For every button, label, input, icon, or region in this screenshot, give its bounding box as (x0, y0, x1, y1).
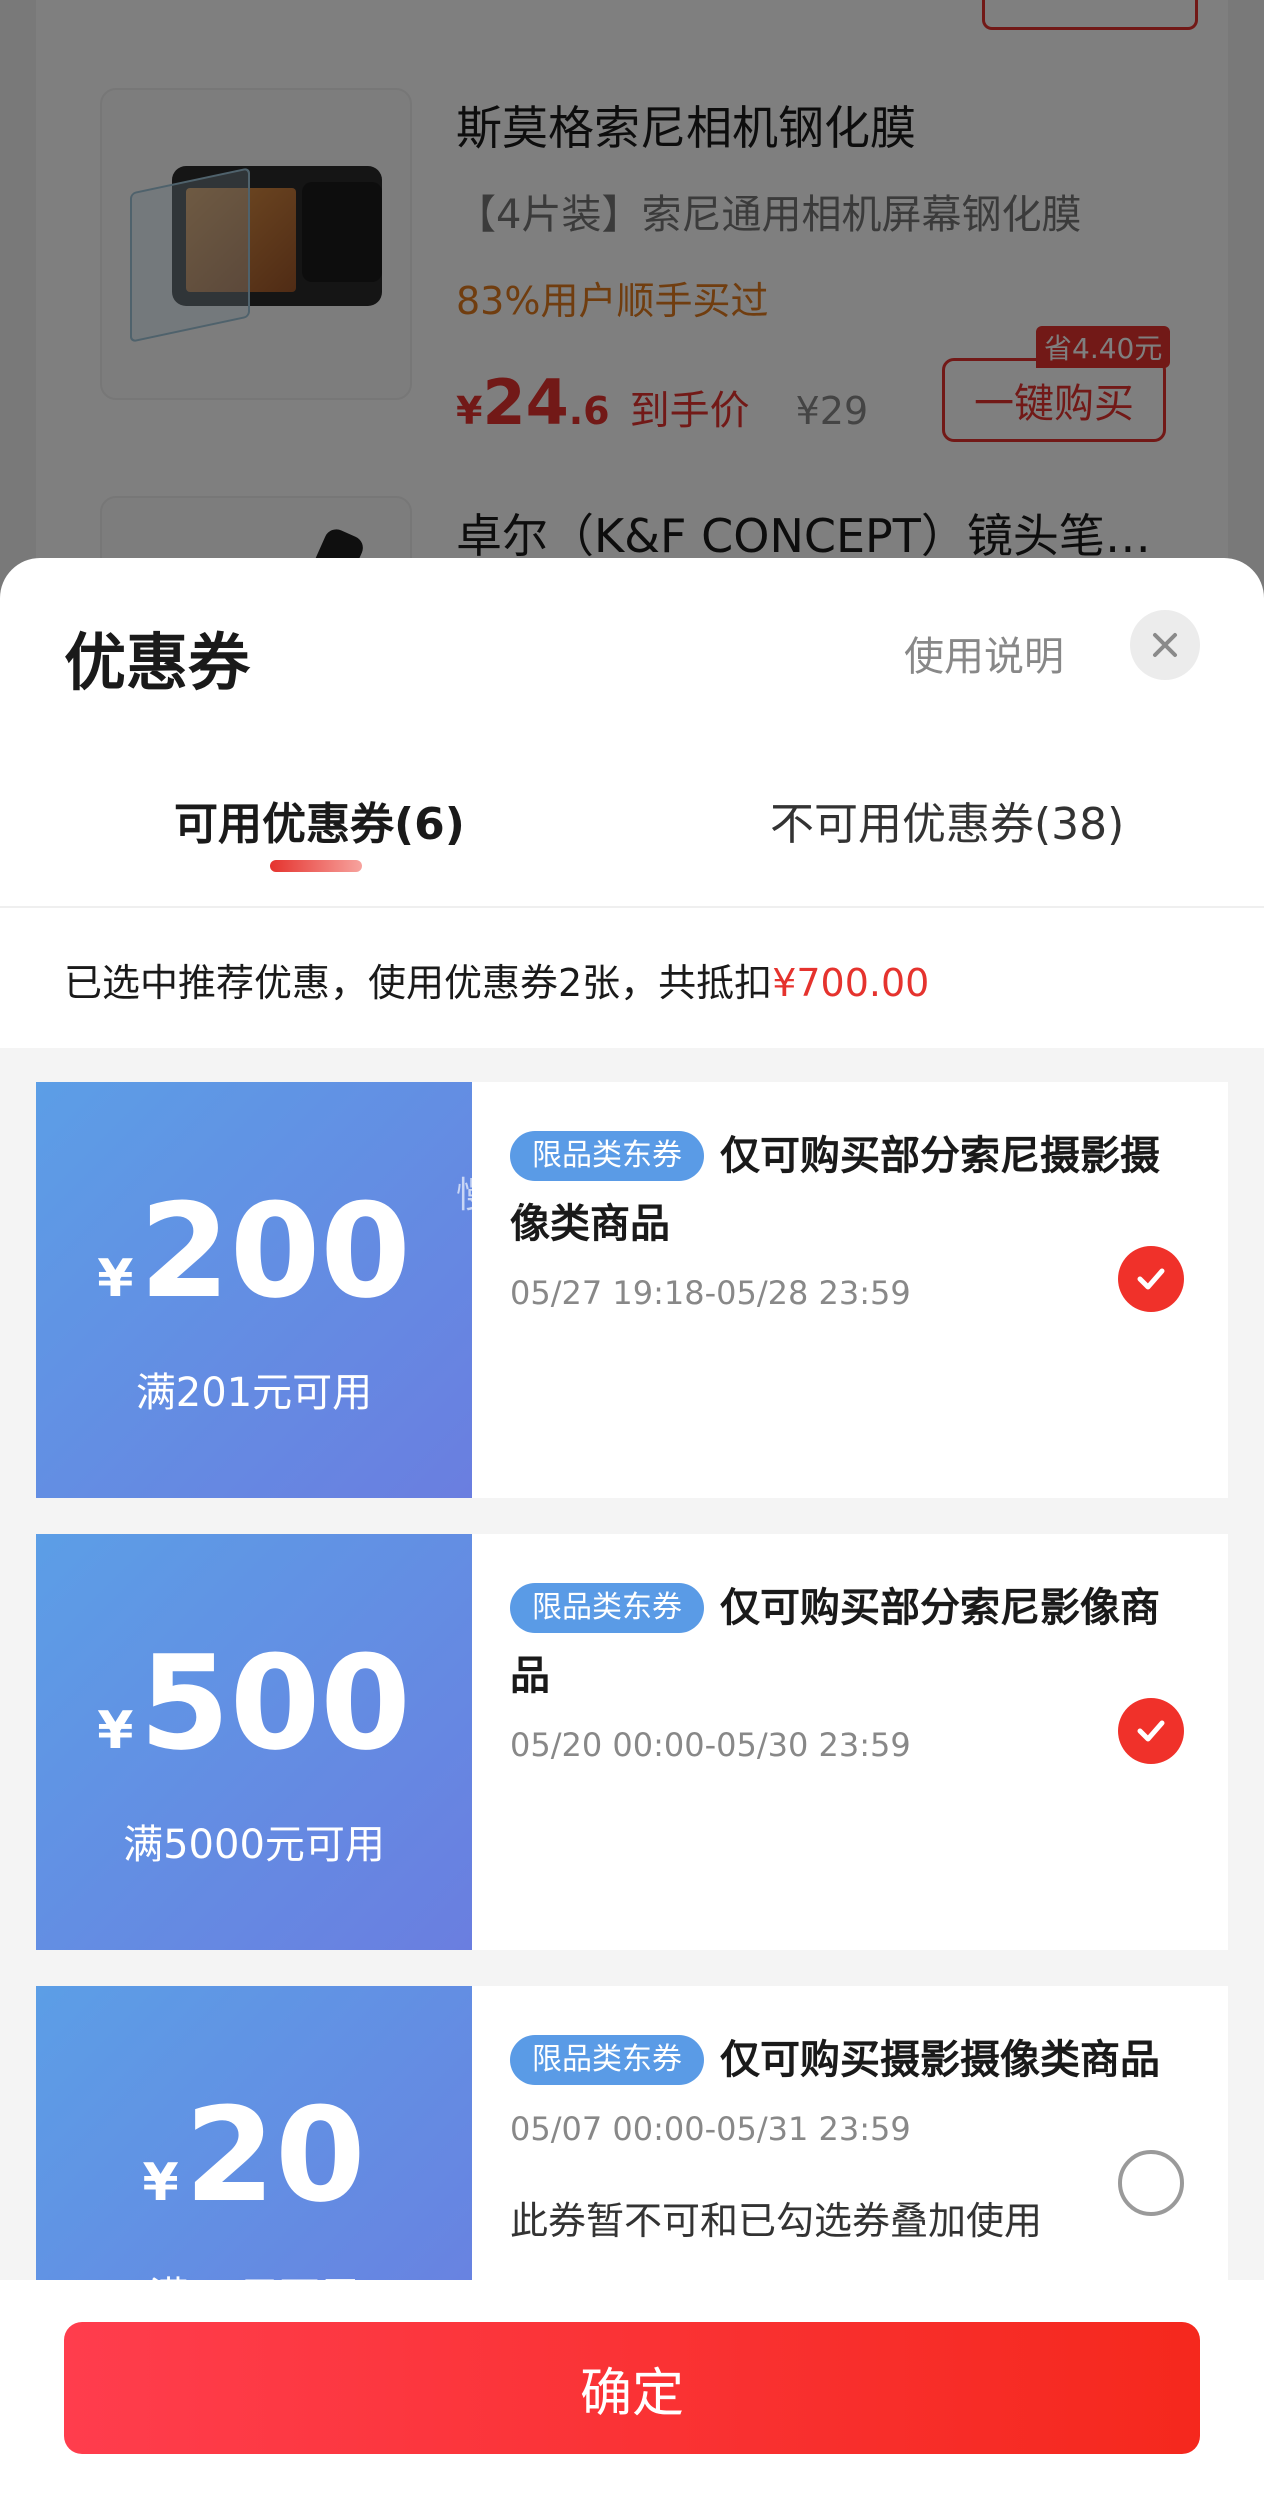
coupon-validity: 05/07 00:00-05/31 23:59 (510, 2110, 911, 2148)
coupon-info: 限品类东券 仅可购买摄影摄像类商品 05/07 00:00-05/31 23:59… (510, 2026, 1170, 2245)
coupon-amount: 200 (139, 1175, 411, 1327)
confirm-button[interactable]: 确定 (64, 2322, 1200, 2454)
coupon-amount: 20 (184, 2079, 366, 2231)
coupon-checkbox-checked[interactable] (1118, 1246, 1184, 1312)
coupon-amount-row: ¥ 500 (36, 1638, 472, 1768)
coupon-value-panel: ¥ 500 满5000元可用 (30, 1534, 472, 1950)
coupon-category-tag: 限品类东券 (510, 2035, 704, 2085)
coupon-validity: 05/20 00:00-05/30 23:59 (510, 1726, 911, 1764)
coupon-stacking-note: 此券暂不可和已勾选券叠加使用 (510, 2199, 1043, 2243)
coupon-card[interactable]: ¥ 200 满201元可用 限品类东券 仅可购买部分索尼摄影摄像类商品 05/27… (30, 1082, 1228, 1498)
coupon-currency: ¥ (97, 1249, 134, 1309)
coupon-checkbox-unchecked[interactable] (1118, 2150, 1184, 2216)
coupon-description-text: 仅可购买摄影摄像类商品 (720, 2037, 1160, 2083)
sheet-title: 优惠券 (64, 626, 251, 699)
checkmark-icon (1137, 1720, 1165, 1742)
coupon-bottom-sheet: 优惠券 使用说明 可用优惠券(6) 不可用优惠券(38) 已选中推荐优惠，使用优… (0, 558, 1264, 2496)
tabs-divider (0, 906, 1264, 908)
coupon-condition: 满201元可用 (135, 1370, 373, 1416)
coupon-condition: 满5000元可用 (123, 1822, 385, 1868)
tab-unavailable-coupons[interactable]: 不可用优惠券(38) (770, 788, 1124, 852)
coupon-category-tag: 限品类东券 (510, 1583, 704, 1633)
coupon-currency: ¥ (97, 1701, 134, 1761)
modal-overlay[interactable] (0, 0, 1264, 620)
close-button[interactable] (1130, 610, 1200, 680)
tab-available-coupons[interactable]: 可用优惠券(6) (174, 788, 465, 852)
coupon-info: 限品类东券 仅可购买部分索尼摄影摄像类商品 05/27 19:18-05/28 2… (510, 1122, 1170, 1312)
coupon-checkbox-checked[interactable] (1118, 1698, 1184, 1764)
coupon-validity: 05/27 19:18-05/28 23:59 (510, 1274, 911, 1312)
close-icon (1153, 633, 1177, 657)
coupon-list[interactable]: ¥ 200 满201元可用 限品类东券 仅可购买部分索尼摄影摄像类商品 05/27… (0, 1048, 1264, 2496)
coupon-amount-row: ¥ 20 (36, 2090, 472, 2220)
summary-text: 已选中推荐优惠，使用优惠券2张，共抵扣 (64, 961, 773, 1005)
summary-discount-amount: ¥700.00 (772, 961, 930, 1005)
active-tab-indicator (270, 860, 362, 872)
coupon-amount: 500 (139, 1627, 411, 1779)
coupon-card[interactable]: ¥ 500 满5000元可用 限品类东券 仅可购买部分索尼影像商品 05/20 0… (30, 1534, 1228, 1950)
coupon-value-panel: ¥ 200 满201元可用 (30, 1082, 472, 1498)
watermark-text: 慢星 (456, 1175, 529, 1216)
sheet-footer: 确定 (0, 2280, 1264, 2496)
usage-instructions-link[interactable]: 使用说明 (904, 624, 1064, 682)
coupon-amount-row: ¥ 200 (36, 1186, 472, 1316)
coupon-description: 限品类东券 仅可购买部分索尼影像商品 (510, 1574, 1170, 1710)
background-product-list: 斯莫格索尼相机钢化膜 【4片装】索尼通用相机屏幕钢化膜 83%用户顺手买过 ¥ … (0, 0, 1264, 808)
checkmark-icon (1137, 1268, 1165, 1290)
coupon-description: 限品类东券 仅可购买部分索尼摄影摄像类商品 (510, 1122, 1170, 1258)
selection-summary: 已选中推荐优惠，使用优惠券2张，共抵扣¥700.00 (64, 952, 929, 1007)
coupon-currency: ¥ (142, 2153, 179, 2213)
coupon-description: 限品类东券 仅可购买摄影摄像类商品 (510, 2026, 1170, 2094)
coupon-info: 限品类东券 仅可购买部分索尼影像商品 05/20 00:00-05/30 23:5… (510, 1574, 1170, 1764)
coupon-category-tag: 限品类东券 (510, 1131, 704, 1181)
